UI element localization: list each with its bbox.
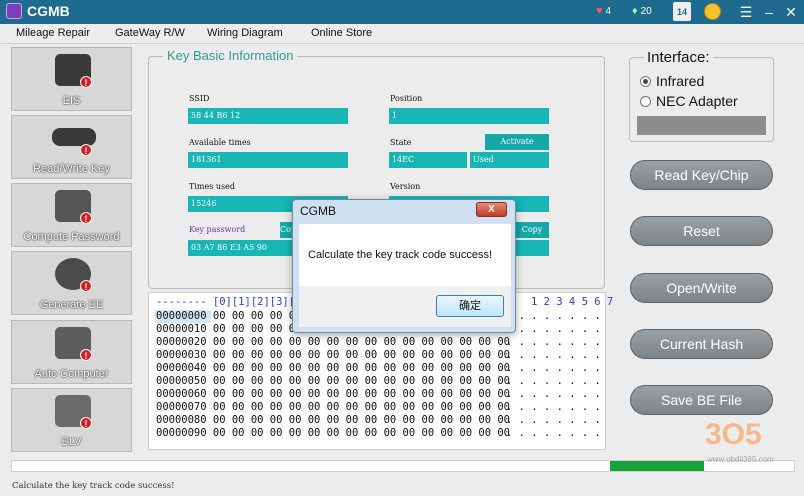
version-label: Version (390, 182, 421, 191)
menu-gateway-rw[interactable]: GateWay R/W (115, 27, 185, 39)
available-times-field[interactable]: 181361 (188, 152, 348, 168)
hex-ascii: . . . . . . . . (506, 349, 601, 361)
state-label: State (390, 138, 412, 147)
menu-wiring-diagram[interactable]: Wiring Diagram (207, 27, 283, 39)
title-bar: CGMB ♥ 4 ♦ 20 14 ☰ – ✕ (0, 0, 804, 24)
nav-eis[interactable]: ! EIS (11, 47, 132, 111)
hex-row: 00000040 00 00 00 00 00 00 00 00 00 00 0… (156, 362, 511, 374)
position-field[interactable]: 1 (389, 108, 549, 124)
copy-button[interactable]: Copy (515, 222, 549, 238)
nav-label: ELV (61, 436, 82, 448)
nav-auto-computer[interactable]: ! Auto Computer (11, 320, 132, 384)
read-key-chip-button[interactable]: Read Key/Chip (630, 160, 773, 190)
nav-compute-password[interactable]: ! Compute Password (11, 183, 132, 247)
watermark-logo: 3O5 (705, 418, 762, 451)
dialog-body: Calculate the key track code success! (299, 224, 511, 286)
alert-badge: ! (80, 417, 92, 429)
alert-badge: ! (80, 144, 92, 156)
hex-ascii: . . . . . . . . (506, 310, 601, 322)
radio-nec-adapter[interactable] (640, 96, 651, 107)
car-key-icon (52, 128, 96, 146)
minimize-button[interactable]: – (758, 2, 780, 22)
hex-row: 00000010 00 00 00 00 00 (156, 323, 302, 335)
hex-row: 00000080 00 00 00 00 00 00 00 00 00 00 0… (156, 414, 511, 426)
hex-ascii: . . . . . . . . (506, 375, 601, 387)
nav-read-write-key[interactable]: ! Read/Write Key (11, 115, 132, 179)
alert-badge: ! (80, 76, 92, 88)
panel-title: Key Basic Information (163, 48, 298, 63)
status-text: Calculate the key track code success! (12, 481, 175, 491)
dialog-footer: 确定 (299, 286, 511, 327)
heart-icon: ♥ (596, 5, 603, 17)
app-title: CGMB (27, 3, 70, 19)
progress-bar (11, 460, 795, 472)
diamonds-counter: ♦ 20 (632, 5, 652, 17)
hex-ascii: . . . . . . . . (506, 401, 601, 413)
message-dialog: CGMB X Calculate the key track code succ… (292, 199, 516, 333)
hearts-counter: ♥ 4 (596, 5, 612, 17)
dialog-ok-button[interactable]: 确定 (436, 295, 504, 317)
menu-mileage-repair[interactable]: Mileage Repair (16, 27, 90, 39)
menu-bar: Mileage Repair GateWay R/W Wiring Diagra… (0, 24, 804, 44)
ssid-label: SSID (189, 94, 210, 103)
hex-ascii: . . . . . . . . (506, 414, 601, 426)
reset-button[interactable]: Reset (630, 216, 773, 246)
nav-label: Compute Password (23, 231, 120, 243)
hex-row: 00000030 00 00 00 00 00 00 00 00 00 00 0… (156, 349, 511, 361)
position-label: Position (390, 94, 423, 103)
hex-ascii: . . . . . . . . (506, 336, 601, 348)
hex-header: -------- [0][1][2][3][4 (156, 296, 302, 308)
hex-ascii: . . . . . . . . (506, 323, 601, 335)
interface-panel: Interface: Infrared NEC Adapter (629, 49, 774, 142)
watermark-url: www.obdii365.com (707, 455, 774, 464)
menu-icon[interactable]: ☰ (735, 2, 757, 22)
hex-ascii: . . . . . . . . (506, 362, 601, 374)
radio-nec-adapter-label[interactable]: NEC Adapter (656, 93, 738, 109)
save-be-file-button[interactable]: Save BE File (630, 385, 773, 415)
hex-row: 00000090 00 00 00 00 00 00 00 00 00 00 0… (156, 427, 511, 439)
available-times-label: Available times (189, 138, 251, 147)
app-logo-icon (6, 3, 22, 19)
diamond-icon: ♦ (632, 5, 638, 17)
alert-badge: ! (80, 280, 92, 292)
dialog-message: Calculate the key track code success! (308, 249, 493, 261)
hex-ascii-header: 1 2 3 4 5 6 7 (531, 296, 614, 308)
hex-row: 00000060 00 00 00 00 00 00 00 00 00 00 0… (156, 388, 511, 400)
ssid-field[interactable]: 58 44 B6 12 (188, 108, 348, 124)
nav-label: EIS (62, 95, 81, 107)
hex-row: 00000070 00 00 00 00 00 00 00 00 00 00 0… (156, 401, 511, 413)
nav-label: Auto Computer (34, 368, 109, 380)
dialog-close-button[interactable]: X (476, 202, 507, 217)
interface-title: Interface: (644, 49, 713, 66)
radio-infrared-label[interactable]: Infrared (656, 73, 704, 89)
alert-badge: ! (80, 212, 92, 224)
interface-status-bar (637, 116, 766, 135)
calendar-icon[interactable]: 14 (673, 2, 691, 21)
hex-ascii: . . . . . . . . (506, 388, 601, 400)
state-status-field[interactable]: Used (470, 152, 549, 168)
dialog-title: CGMB (300, 204, 336, 218)
current-hash-button[interactable]: Current Hash (630, 329, 773, 359)
nav-label: Read/Write Key (33, 163, 110, 175)
hex-row: 00000020 00 00 00 00 00 00 00 00 00 00 0… (156, 336, 511, 348)
activate-button[interactable]: Activate (485, 134, 549, 150)
hex-row: 00000050 00 00 00 00 00 00 00 00 00 00 0… (156, 375, 511, 387)
open-write-button[interactable]: Open/Write (630, 273, 773, 303)
progress-fill (610, 461, 704, 471)
hex-row: 00000000 00 00 00 00 00 (156, 310, 302, 322)
menu-online-store[interactable]: Online Store (311, 27, 372, 39)
key-password-label: Key password (189, 225, 246, 234)
times-used-label: Times used (189, 182, 235, 191)
nav-generate-ee[interactable]: ! Generate EE (11, 251, 132, 315)
state-field[interactable]: 14EC (389, 152, 467, 168)
alert-badge: ! (80, 349, 92, 361)
coin-icon[interactable] (704, 3, 721, 20)
nav-elv[interactable]: ! ELV (11, 388, 132, 452)
radio-infrared[interactable] (640, 76, 651, 87)
nav-label: Generate EE (39, 299, 104, 311)
close-window-button[interactable]: ✕ (780, 2, 802, 22)
hex-ascii: . . . . . . . . (506, 427, 601, 439)
